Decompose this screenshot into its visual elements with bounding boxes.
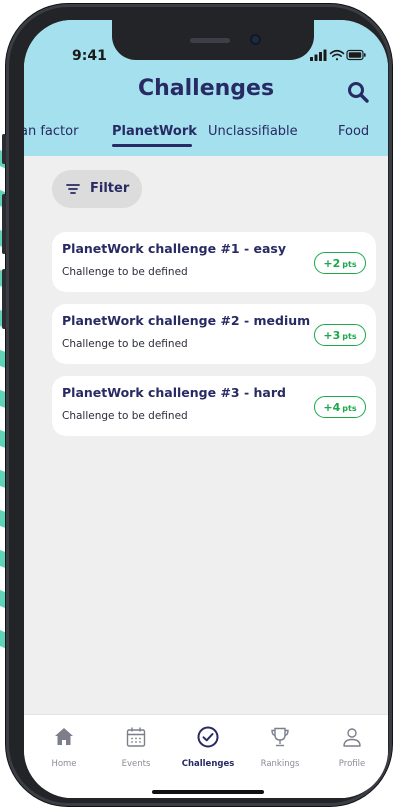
app-mockup: 9:41 Challenges an factor PlanetWork Unc…: [0, 0, 400, 810]
search-icon[interactable]: [346, 80, 370, 104]
points-unit: pts: [342, 403, 357, 413]
trophy-icon: [271, 727, 289, 747]
nav-profile-label: Profile: [338, 759, 366, 769]
check-circle-icon: [197, 726, 219, 748]
nav-challenges-label: Challenges: [181, 759, 235, 769]
home-indicator[interactable]: [152, 790, 264, 794]
filter-button[interactable]: Filter: [52, 170, 142, 208]
category-tabs: an factor PlanetWork Unclassifiable Food: [24, 124, 388, 154]
page-title: Challenges: [137, 76, 275, 101]
front-camera: [250, 34, 261, 45]
battery-icon: [346, 49, 366, 61]
points-badge: +2 pts: [314, 252, 366, 274]
signal-icon: [310, 49, 327, 61]
bottom-navigation: Home Events Challenges Rankings Profile: [24, 714, 388, 798]
app-header: 9:41 Challenges an factor PlanetWork Unc…: [24, 20, 388, 156]
volume-down-button: [2, 269, 6, 329]
volume-up-button: [2, 194, 6, 254]
filter-label: Filter: [90, 181, 130, 196]
points-value: +2: [323, 256, 341, 270]
nav-events[interactable]: Events: [100, 725, 172, 775]
speaker-grille: [190, 38, 230, 43]
challenge-card[interactable]: PlanetWork challenge #3 - hard Challenge…: [52, 376, 376, 436]
challenge-title: PlanetWork challenge #3 - hard: [62, 385, 286, 400]
nav-events-label: Events: [121, 759, 151, 769]
mute-switch: [2, 134, 6, 164]
points-badge: +3 pts: [314, 324, 366, 346]
challenge-subtitle: Challenge to be defined: [62, 266, 188, 278]
points-badge: +4 pts: [314, 396, 366, 418]
nav-challenges[interactable]: Challenges: [172, 725, 244, 775]
points-value: +3: [323, 328, 341, 342]
points-unit: pts: [342, 259, 357, 269]
challenge-subtitle: Challenge to be defined: [62, 410, 188, 422]
active-tab-indicator: [112, 144, 192, 147]
nav-home-label: Home: [51, 759, 77, 769]
notch: [112, 20, 314, 60]
tab-planetwork[interactable]: PlanetWork: [112, 124, 197, 139]
filter-icon: [66, 184, 80, 194]
phone-frame: 9:41 Challenges an factor PlanetWork Unc…: [2, 4, 392, 806]
points-unit: pts: [342, 331, 357, 341]
nav-profile[interactable]: Profile: [316, 725, 388, 775]
home-icon: [55, 728, 73, 745]
tab-unclassifiable[interactable]: Unclassifiable: [208, 124, 298, 139]
points-value: +4: [323, 400, 341, 414]
challenge-card[interactable]: PlanetWork challenge #1 - easy Challenge…: [52, 232, 376, 292]
status-icons: [310, 49, 366, 61]
status-time: 9:41: [72, 48, 107, 64]
nav-home[interactable]: Home: [28, 725, 100, 775]
challenge-subtitle: Challenge to be defined: [62, 338, 188, 350]
phone-screen: 9:41 Challenges an factor PlanetWork Unc…: [24, 20, 388, 798]
tab-food[interactable]: Food: [338, 124, 369, 139]
user-icon: [343, 728, 361, 747]
tab-human-factor[interactable]: an factor: [24, 124, 78, 139]
wifi-icon: [329, 49, 345, 61]
challenge-title: PlanetWork challenge #2 - medium: [62, 313, 311, 328]
calendar-icon: [126, 727, 146, 747]
nav-rankings-label: Rankings: [260, 759, 300, 769]
nav-rankings[interactable]: Rankings: [244, 725, 316, 775]
challenge-title: PlanetWork challenge #1 - easy: [62, 241, 287, 256]
challenge-card[interactable]: PlanetWork challenge #2 - medium Challen…: [52, 304, 376, 364]
